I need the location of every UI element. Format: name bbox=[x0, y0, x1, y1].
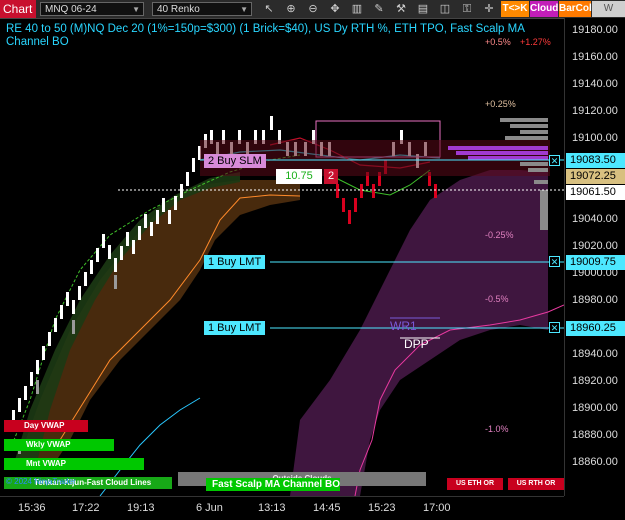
pct-label-plus-0-5: +0.5% bbox=[485, 37, 511, 47]
vwap-toggle-button[interactable]: W VWA bbox=[592, 1, 625, 30]
cursor-icon[interactable]: ↖ bbox=[262, 2, 276, 16]
y-tick-label: 18880.00 bbox=[572, 429, 618, 441]
day-vwap-button[interactable]: Day VWAP bbox=[4, 420, 88, 432]
x-tick-label: 19:13 bbox=[127, 502, 155, 514]
wr1-label: WR1 bbox=[390, 319, 417, 333]
crosshair-icon[interactable]: ✛ bbox=[482, 2, 496, 16]
instrument-label: MNQ 06-24 bbox=[45, 4, 97, 15]
wkly-vwap-button[interactable]: Wkly VWAP bbox=[4, 439, 114, 451]
order-tag-buy-lmt-2[interactable]: 1 Buy LMT bbox=[204, 321, 266, 335]
window-icon[interactable]: ◫ bbox=[438, 2, 452, 16]
y-tick-label: 19140.00 bbox=[572, 78, 618, 90]
y-tick-label: 19180.00 bbox=[572, 24, 618, 36]
cloud-toggle-button[interactable]: Cloud bbox=[530, 1, 558, 17]
x-tick-label: 14:45 bbox=[313, 502, 341, 514]
x-tick-label: 15:23 bbox=[368, 502, 396, 514]
fast-scalp-button[interactable]: Fast Scalp MA Channel BO bbox=[206, 478, 340, 491]
price-tag-order-1: 19083.50 bbox=[566, 153, 625, 168]
wrench-icon[interactable]: ⚒ bbox=[394, 2, 408, 16]
bar-type-selector[interactable]: 40 Renko ▼ bbox=[152, 2, 252, 16]
instrument-selector[interactable]: MNQ 06-24 ▼ bbox=[40, 2, 144, 16]
close-order-icon[interactable]: ✕ bbox=[549, 256, 560, 267]
pct-label-top-right: +1.27% bbox=[520, 37, 551, 47]
y-tick-label: 19120.00 bbox=[572, 105, 618, 117]
mnt-vwap-button[interactable]: Mnt VWAP bbox=[4, 458, 144, 470]
lock-icon[interactable]: ⚿ bbox=[460, 2, 474, 16]
toolbar: Chart MNQ 06-24 ▼ 40 Renko ▼ ↖ ⊕ ⊖ ✥ ▥ ✎… bbox=[0, 0, 625, 30]
chevron-down-icon: ▼ bbox=[132, 5, 140, 14]
pct-label-minus-0-25: -0.25% bbox=[485, 230, 514, 240]
y-tick-label: 18920.00 bbox=[572, 375, 618, 387]
order-tag-buy-slm[interactable]: 2 Buy SLM bbox=[204, 154, 266, 168]
us-eth-or-button[interactable]: US ETH OR bbox=[447, 478, 503, 490]
y-tick-label: 18940.00 bbox=[572, 348, 618, 360]
x-tick-label: 17:00 bbox=[423, 502, 451, 514]
x-tick-label: 17:22 bbox=[72, 502, 100, 514]
y-tick-label: 18860.00 bbox=[572, 456, 618, 468]
pencil-icon[interactable]: ✎ bbox=[372, 2, 386, 16]
pct-label-minus-1-0: -1.0% bbox=[485, 424, 509, 434]
chevron-down-icon: ▼ bbox=[240, 5, 248, 14]
tools-icon[interactable]: ✥ bbox=[328, 2, 342, 16]
dpp-label: DPP bbox=[404, 337, 429, 351]
chart-tab[interactable]: Chart bbox=[0, 0, 36, 18]
y-tick-label: 19160.00 bbox=[572, 51, 618, 63]
price-tag-order-3: 18960.25 bbox=[566, 321, 625, 336]
zoom-in-icon[interactable]: ⊕ bbox=[284, 2, 298, 16]
chart-title: RE 40 to 50 (M)NQ Dec 20 (1%=150p=$300) … bbox=[6, 23, 525, 48]
pct-label-minus-0-5: -0.5% bbox=[485, 294, 509, 304]
position-qty[interactable]: 2 bbox=[324, 169, 338, 184]
us-rth-or-button[interactable]: US RTH OR bbox=[508, 478, 564, 490]
price-tag-current: 19061.50 bbox=[566, 185, 625, 200]
barcol-toggle-button[interactable]: BarCol bbox=[559, 1, 592, 17]
y-tick-label: 18980.00 bbox=[572, 294, 618, 306]
price-tag-order-2: 19009.75 bbox=[566, 255, 625, 270]
x-tick-label: 15:36 bbox=[18, 502, 46, 514]
tk-toggle-button[interactable]: T<>K bbox=[501, 1, 529, 17]
lower-cloud bbox=[290, 170, 548, 496]
price-tag-yellow: 19072.25 bbox=[566, 169, 625, 184]
order-tag-buy-lmt-1[interactable]: 1 Buy LMT bbox=[204, 255, 266, 269]
x-tick-label: 13:13 bbox=[258, 502, 286, 514]
bar-type-label: 40 Renko bbox=[157, 4, 200, 15]
pct-label-plus-0-25: +0.25% bbox=[485, 99, 516, 109]
pnl-value: 10.75 bbox=[276, 169, 322, 184]
chart-type-icon[interactable]: ▥ bbox=[350, 2, 364, 16]
y-tick-label: 18900.00 bbox=[572, 402, 618, 414]
data-box-icon[interactable]: ▤ bbox=[416, 2, 430, 16]
close-order-icon[interactable]: ✕ bbox=[549, 155, 560, 166]
y-tick-label: 19040.00 bbox=[572, 213, 618, 225]
close-order-icon[interactable]: ✕ bbox=[549, 322, 560, 333]
zoom-out-icon[interactable]: ⊖ bbox=[306, 2, 320, 16]
y-tick-label: 19020.00 bbox=[572, 240, 618, 252]
y-tick-label: 19100.00 bbox=[572, 132, 618, 144]
copyright-notice: © 2024 NinjaTrader bbox=[6, 477, 76, 486]
x-tick-label: 6 Jun bbox=[196, 502, 223, 514]
